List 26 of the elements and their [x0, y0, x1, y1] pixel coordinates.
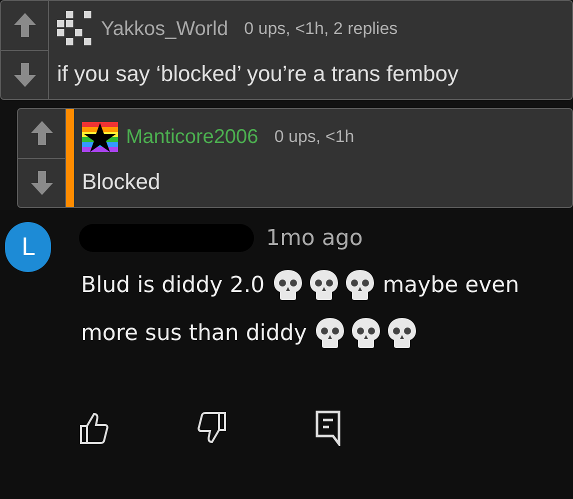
skull-icon: [350, 317, 381, 349]
reply-icon[interactable]: [315, 410, 341, 446]
comment-meta: 0 ups, <1h, 2 replies: [244, 18, 398, 40]
comment-text: maybe even: [382, 272, 520, 300]
skull-icon: [386, 317, 417, 349]
comment-text: more sus than diddy: [81, 320, 307, 348]
comment-text: Blud is diddy 2.0: [81, 272, 265, 300]
comment-meta: 0 ups, <1h: [274, 126, 354, 148]
thumbs-up-icon[interactable]: [79, 411, 109, 445]
up-arrow-icon[interactable]: [12, 12, 36, 38]
comment-time: 1mo ago: [266, 224, 363, 252]
comment-text: Blocked: [82, 168, 162, 196]
username[interactable]: Yakkos_World: [101, 14, 228, 44]
down-arrow-icon[interactable]: [12, 62, 36, 88]
thumbs-down-icon[interactable]: [197, 411, 227, 445]
pixel-avatar-icon: [57, 11, 93, 47]
skull-icon: [308, 269, 339, 301]
up-arrow-icon[interactable]: [30, 120, 54, 146]
username[interactable]: Manticore2006: [126, 122, 258, 152]
down-arrow-icon[interactable]: [30, 170, 54, 196]
skull-icon: [314, 317, 345, 349]
skull-icon: [344, 269, 375, 301]
user-avatar: L: [5, 222, 51, 272]
star-avatar-icon: [82, 122, 118, 152]
comment-text: if you say ‘blocked’ you’re a trans femboy: [57, 60, 458, 88]
skull-icon: [272, 269, 303, 301]
